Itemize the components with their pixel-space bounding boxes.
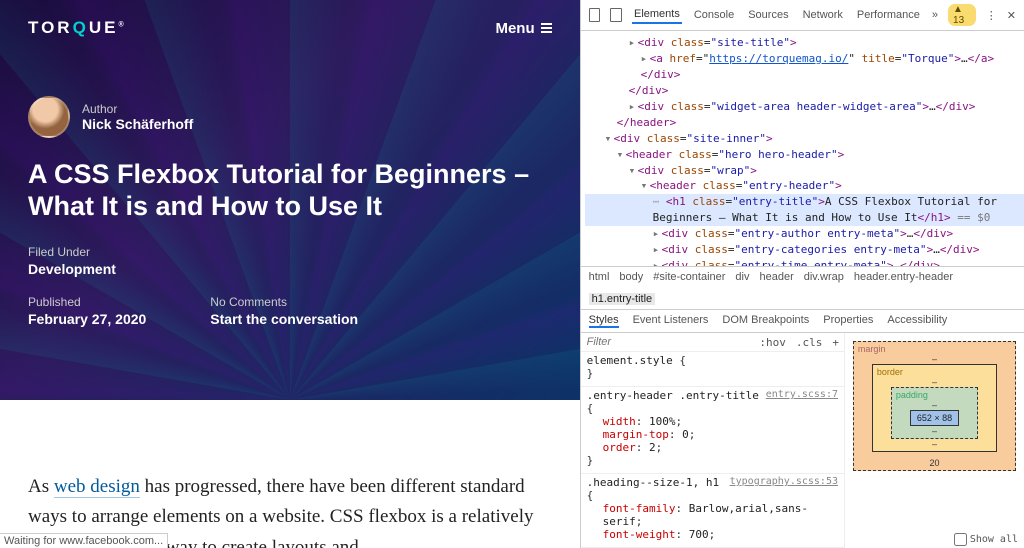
hamburger-icon xyxy=(541,23,552,33)
tab-network[interactable]: Network xyxy=(801,7,845,23)
entry-title: A CSS Flexbox Tutorial for Beginners – W… xyxy=(28,158,548,223)
hero-header: TORQUE® Menu Author Nick Schäferhoff A C… xyxy=(0,0,580,400)
author-label: Author xyxy=(82,102,193,116)
styles-subtabs: Styles Event Listeners DOM Breakpoints P… xyxy=(581,310,1024,333)
css-rule[interactable]: entry.scss:7 .entry-header .entry-title … xyxy=(581,387,844,474)
crumb[interactable]: #site-container xyxy=(653,271,725,283)
cls-toggle[interactable]: .cls xyxy=(791,336,828,349)
menu-toggle[interactable]: Menu xyxy=(495,20,551,37)
site-logo[interactable]: TORQUE® xyxy=(28,18,127,38)
filed-under-value[interactable]: Development xyxy=(28,261,552,277)
subtab-styles[interactable]: Styles xyxy=(589,314,619,328)
logo-text: Q xyxy=(73,18,89,37)
more-tabs-icon[interactable]: » xyxy=(932,9,938,21)
crumb[interactable]: div.wrap xyxy=(804,271,844,283)
published-label: Published xyxy=(28,295,146,309)
subtab-listeners[interactable]: Event Listeners xyxy=(633,314,709,328)
styles-rules[interactable]: :hov .cls + element.style {} entry.scss:… xyxy=(581,333,844,548)
devtools-tabs: Elements Console Sources Network Perform… xyxy=(581,0,1024,31)
crumb-active[interactable]: h1.entry-title xyxy=(589,293,656,305)
comments-label: No Comments xyxy=(210,295,358,309)
menu-label: Menu xyxy=(495,20,534,37)
device-mode-icon[interactable] xyxy=(610,8,622,22)
subtab-a11y[interactable]: Accessibility xyxy=(887,314,947,328)
subtab-props[interactable]: Properties xyxy=(823,314,873,328)
devtools-panel: Elements Console Sources Network Perform… xyxy=(580,0,1024,548)
css-rule[interactable]: element.style {} xyxy=(581,352,844,387)
logo-text: TOR xyxy=(28,18,73,37)
subtab-dom-bp[interactable]: DOM Breakpoints xyxy=(722,314,809,328)
breadcrumb[interactable]: html body #site-container div header div… xyxy=(581,266,1024,310)
meta-row: Published February 27, 2020 No Comments … xyxy=(28,295,552,327)
devtools-menu-icon[interactable]: ⋮ xyxy=(986,9,997,22)
logo-text: UE xyxy=(89,18,119,37)
author-row: Author Nick Schäferhoff xyxy=(28,96,552,138)
tab-elements[interactable]: Elements xyxy=(632,6,682,24)
dom-tree[interactable]: ▸<div class="site-title"> ▸<a href="http… xyxy=(581,31,1024,266)
show-all-checkbox[interactable] xyxy=(954,533,967,546)
article-body: As web design has progressed, there have… xyxy=(0,400,580,548)
avatar xyxy=(28,96,70,138)
tab-console[interactable]: Console xyxy=(692,7,736,23)
body-text: As xyxy=(28,476,54,497)
crumb[interactable]: body xyxy=(619,271,643,283)
warnings-badge[interactable]: ▲ 13 xyxy=(948,4,976,26)
new-rule-button[interactable]: + xyxy=(827,336,844,349)
webpage-viewport: TORQUE® Menu Author Nick Schäferhoff A C… xyxy=(0,0,580,548)
crumb[interactable]: div xyxy=(735,271,749,283)
published-value: February 27, 2020 xyxy=(28,311,146,327)
tab-sources[interactable]: Sources xyxy=(746,7,790,23)
styles-filter-input[interactable] xyxy=(581,333,755,351)
crumb[interactable]: header xyxy=(759,271,793,283)
comments-link[interactable]: Start the conversation xyxy=(210,311,358,327)
crumb[interactable]: html xyxy=(589,271,610,283)
show-all-toggle[interactable]: Show all xyxy=(954,533,1018,546)
inspect-icon[interactable] xyxy=(589,8,601,22)
filed-under-label: Filed Under xyxy=(28,245,552,259)
web-design-link[interactable]: web design xyxy=(54,476,140,498)
topbar: TORQUE® Menu xyxy=(28,18,552,38)
css-rule[interactable]: typography.scss:53 .heading--size-1, h1 … xyxy=(581,474,844,548)
author-name: Nick Schäferhoff xyxy=(82,116,193,132)
box-model[interactable]: margin– border– padding– 652 × 88 – – 20 xyxy=(844,333,1024,548)
crumb[interactable]: header.entry-header xyxy=(854,271,953,283)
browser-status: Waiting for www.facebook.com... xyxy=(0,533,168,548)
logo-mark: ® xyxy=(118,21,126,28)
devtools-close-icon[interactable]: ✕ xyxy=(1007,9,1016,22)
hov-toggle[interactable]: :hov xyxy=(754,336,791,349)
tab-performance[interactable]: Performance xyxy=(855,7,922,23)
styles-pane: :hov .cls + element.style {} entry.scss:… xyxy=(581,333,1024,548)
